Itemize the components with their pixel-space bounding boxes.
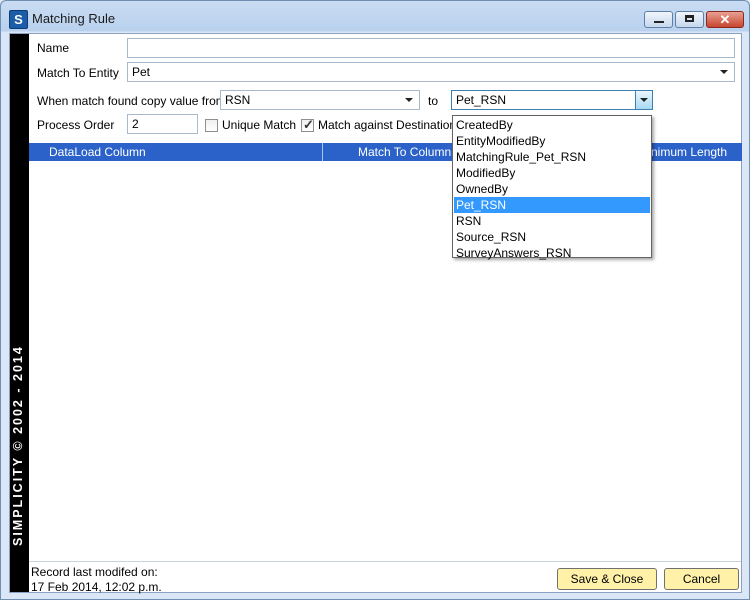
checkmark-icon: ✓ bbox=[303, 117, 314, 132]
process-order-label: Process Order bbox=[37, 118, 115, 132]
copy-to-value: Pet_RSN bbox=[456, 93, 507, 107]
name-input[interactable] bbox=[127, 38, 735, 58]
sidebar-brand: SIMPLICITY © 2002 - 2014 bbox=[10, 34, 29, 592]
status-label: Record last modifed on: bbox=[31, 565, 158, 579]
close-icon: ✕ bbox=[719, 12, 731, 27]
dialog-body: SIMPLICITY © 2002 - 2014 Name Match To E… bbox=[9, 33, 742, 594]
dropdown-option[interactable]: RSN bbox=[454, 213, 650, 229]
app-icon: S bbox=[9, 10, 28, 29]
to-label: to bbox=[428, 94, 439, 108]
status-date: 17 Feb 2014, 12:02 p.m. bbox=[31, 580, 162, 594]
copy-to-dropdown-list: CreatedBy EntityModifiedBy MatchingRule_… bbox=[452, 115, 652, 261]
dropdown-option[interactable]: CreatedBy bbox=[454, 117, 650, 133]
copy-to-dropdown-button[interactable] bbox=[635, 91, 652, 109]
window: S Matching Rule ✕ SIMPLICITY © 2002 - 20… bbox=[0, 0, 750, 600]
dropdown-option[interactable]: SurveyAnswers_RSN bbox=[454, 245, 650, 261]
name-label: Name bbox=[37, 41, 70, 55]
dropdown-option[interactable]: ModifiedBy bbox=[454, 165, 650, 181]
entity-select-value: Pet bbox=[132, 65, 151, 79]
entity-label: Match To Entity bbox=[37, 66, 119, 80]
dropdown-option[interactable]: EntityModifiedBy bbox=[454, 133, 650, 149]
unique-match-label: Unique Match bbox=[222, 118, 297, 132]
cancel-button[interactable]: Cancel bbox=[664, 568, 739, 590]
close-button[interactable]: ✕ bbox=[706, 11, 744, 28]
footer-divider bbox=[29, 561, 741, 562]
chevron-down-icon bbox=[405, 98, 413, 102]
copy-to-select[interactable]: Pet_RSN bbox=[451, 90, 653, 110]
process-order-input[interactable]: 2 bbox=[127, 114, 198, 134]
copy-from-label: When match found copy value from bbox=[37, 94, 226, 108]
copyright-text: SIMPLICITY © 2002 - 2014 bbox=[11, 345, 25, 546]
title-bar[interactable]: S Matching Rule ✕ bbox=[1, 1, 749, 37]
maximize-button[interactable] bbox=[675, 11, 704, 28]
minimize-icon bbox=[654, 21, 664, 23]
copy-from-value: RSN bbox=[225, 93, 251, 107]
save-close-button[interactable]: Save & Close bbox=[557, 568, 657, 590]
copy-from-select[interactable]: RSN bbox=[220, 90, 420, 110]
dropdown-option[interactable]: Source_RSN bbox=[454, 229, 650, 245]
chevron-down-icon bbox=[640, 98, 648, 102]
chevron-down-icon bbox=[720, 70, 728, 74]
column-min-length[interactable]: nimum Length bbox=[647, 143, 742, 161]
destination-match-checkbox[interactable]: ✓ bbox=[301, 117, 314, 132]
dropdown-option[interactable]: OwnedBy bbox=[454, 181, 650, 197]
dropdown-option[interactable]: MatchingRule_Pet_RSN bbox=[454, 149, 650, 165]
unique-match-checkbox[interactable] bbox=[205, 119, 218, 132]
window-title: Matching Rule bbox=[32, 11, 116, 26]
maximize-icon bbox=[685, 15, 694, 22]
column-divider bbox=[322, 143, 323, 161]
entity-select[interactable]: Pet bbox=[127, 62, 735, 82]
column-dataload[interactable]: DataLoad Column bbox=[45, 143, 325, 161]
minimize-button[interactable] bbox=[644, 11, 673, 28]
dropdown-option-selected[interactable]: Pet_RSN bbox=[454, 197, 650, 213]
destination-match-label: Match against Destination I bbox=[318, 118, 463, 132]
